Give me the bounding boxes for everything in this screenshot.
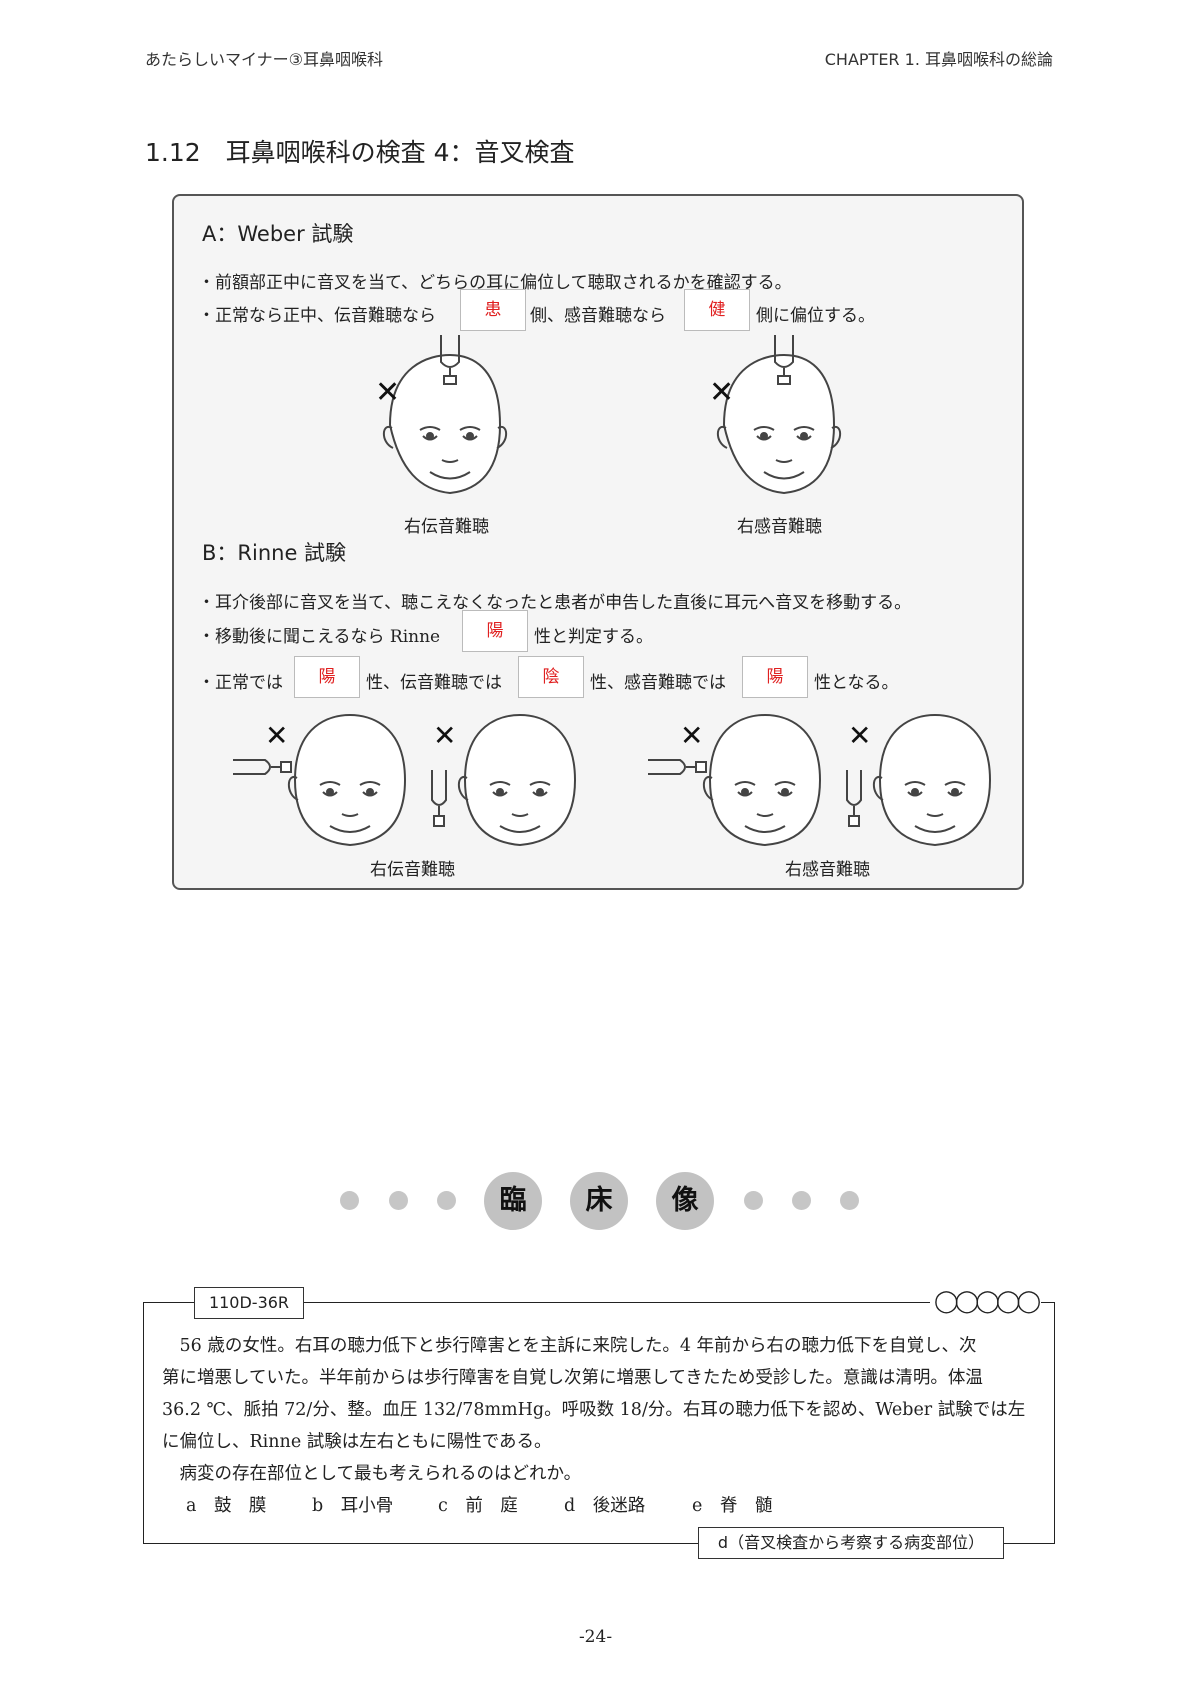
choice-text: 耳小骨: [340, 1496, 394, 1516]
cross-mark-icon: ✕: [848, 719, 871, 752]
choice-text: 鼓 膜: [213, 1496, 267, 1516]
difficulty-rating: ◯◯◯◯◯: [930, 1289, 1041, 1315]
banner-dot: [389, 1191, 408, 1210]
rinne-line1: ・耳介後部に音叉を当て、聴こえなくなったと患者が申告した直後に耳元へ音叉を移動す…: [198, 593, 912, 613]
cross-mark-icon: ✕: [709, 375, 734, 410]
banner-char-3: 像: [656, 1172, 714, 1230]
weber-line2-b: 側、感音難聴なら: [530, 306, 666, 326]
rinne-title: B：Rinne 試験: [202, 541, 347, 565]
choice-text: 脊 髄: [719, 1496, 773, 1516]
rinne-blank-2: 陽: [294, 656, 360, 698]
head-icon: [457, 713, 577, 847]
rinne-line2-a: ・移動後に聞こえるなら Rinne: [198, 627, 441, 647]
weber-blank-2: 健: [684, 289, 750, 331]
question-id: 110D-36R: [194, 1287, 304, 1319]
choice-letter: a: [186, 1496, 197, 1516]
weber-title: A：Weber 試験: [202, 222, 354, 246]
rinne-blank-4: 陽: [742, 656, 808, 698]
rinne-caption-left: 右伝音難聴: [370, 860, 455, 880]
banner-dot: [744, 1191, 763, 1210]
page-number: -24-: [578, 1627, 613, 1647]
rinne-blank-1: 陽: [462, 610, 528, 652]
banner-char-1: 臨: [484, 1172, 542, 1230]
question-line-1: 56 歳の女性。右耳の聴力低下と歩行障害とを主訴に来院した。4 年前から右の聴力…: [162, 1336, 977, 1356]
rinne-blank-3: 陰: [518, 656, 584, 698]
banner-char-2: 床: [570, 1172, 628, 1230]
cross-mark-icon: ✕: [265, 719, 288, 752]
banner-dot: [792, 1191, 811, 1210]
rinne-sensorineural-illustration: ✕ ✕: [648, 713, 992, 847]
choice-text: 前 庭: [465, 1496, 518, 1516]
choice-text: 後迷路: [592, 1496, 646, 1516]
choice-letter: e: [692, 1496, 703, 1516]
banner-dot: [840, 1191, 859, 1210]
weber-line2-a: ・正常なら正中、伝音難聴なら: [198, 306, 436, 326]
running-header-right: CHAPTER 1. 耳鼻咽喉科の総論: [824, 50, 1053, 69]
rinne-line3-d: 性となる。: [814, 673, 899, 693]
banner-dot: [340, 1191, 359, 1210]
running-header-left: あたらしいマイナー③耳鼻咽喉科: [145, 50, 384, 69]
rinne-line3-a: ・正常では: [198, 673, 283, 693]
cross-mark-icon: ✕: [433, 719, 456, 752]
head-icon: [702, 713, 822, 847]
head-icon: [872, 713, 992, 847]
weber-blank-1: 患: [460, 289, 526, 331]
tuning-fork-icon: [431, 770, 447, 827]
choice-letter: d: [564, 1496, 576, 1516]
question-line-4: に偏位し、Rinne 試験は左右ともに陽性である。: [162, 1432, 552, 1452]
section-title: 1.12 耳鼻咽喉科の検査 4：音叉検査: [145, 138, 575, 167]
choice-letter: b: [312, 1496, 324, 1516]
weber-sensorineural-illustration: ✕: [709, 335, 842, 495]
tuning-fork-icon: [846, 770, 862, 827]
rinne-line3-b: 性、伝音難聴では: [366, 673, 502, 693]
head-icon: [287, 713, 407, 847]
banner-dot: [437, 1191, 456, 1210]
weber-caption-right: 右感音難聴: [737, 517, 822, 537]
rinne-line3-c: 性、感音難聴では: [590, 673, 726, 693]
rinne-line2-b: 性と判定する。: [534, 627, 653, 647]
weber-caption-left: 右伝音難聴: [404, 517, 489, 537]
tuning-fork-icon: [233, 759, 292, 775]
weber-line2-c: 側に偏位する。: [756, 306, 875, 326]
question-line-3: 36.2 ℃、脈拍 72/分、整。血圧 132/78mmHg。呼吸数 18/分。…: [162, 1400, 1026, 1420]
answer-box: d（音叉検査から考察する病変部位）: [698, 1527, 1004, 1559]
cross-mark-icon: ✕: [375, 375, 400, 410]
tuning-fork-icon: [648, 759, 707, 775]
rinne-caption-right: 右感音難聴: [785, 860, 870, 880]
choice-e: e 脊 髄: [692, 1490, 1191, 1522]
question-line-2: 第に増悪していた。半年前からは歩行障害を自覚し次第に増悪してきたため受診した。意…: [162, 1368, 983, 1388]
cross-mark-icon: ✕: [680, 719, 703, 752]
choice-letter: c: [438, 1496, 448, 1516]
question-line-5: 病変の存在部位として最も考えられるのはどれか。: [162, 1464, 582, 1484]
weber-conductive-illustration: ✕: [375, 335, 508, 495]
rinne-conductive-illustration: ✕ ✕: [233, 713, 577, 847]
